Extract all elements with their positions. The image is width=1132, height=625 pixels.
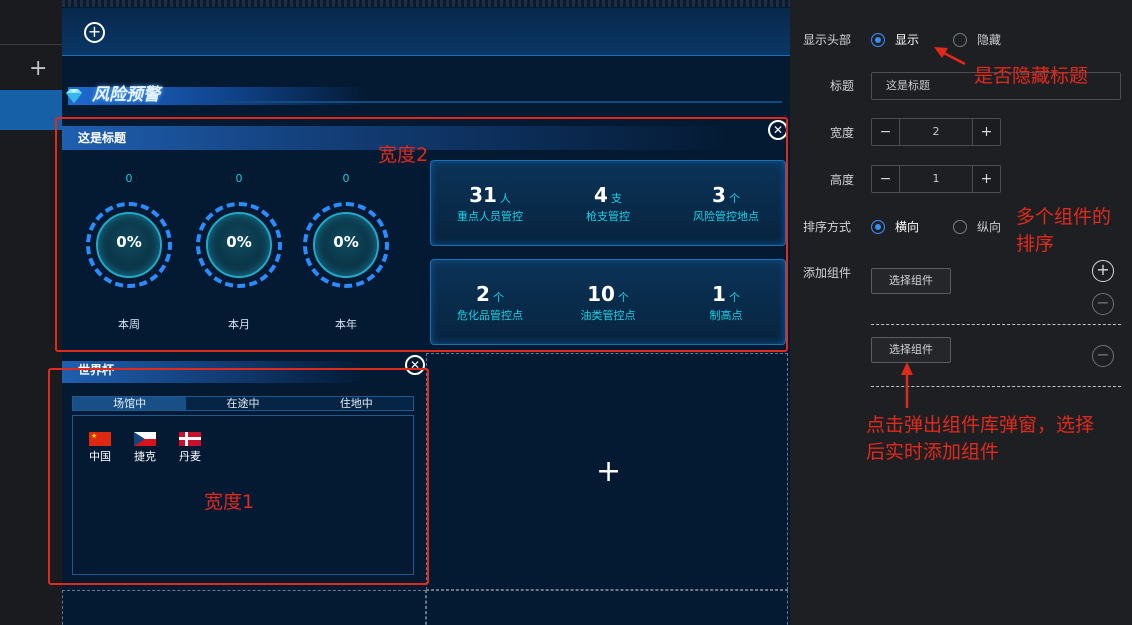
plus-circle-icon[interactable]: +: [84, 22, 105, 43]
empty-slot[interactable]: [426, 590, 788, 625]
height-stepper[interactable]: − 1 +: [871, 165, 1001, 193]
empty-slot[interactable]: [62, 590, 426, 625]
show-header-label: 显示头部: [803, 33, 852, 47]
canvas-header-bar: +: [62, 8, 790, 56]
annotation-width1: 宽度1: [204, 491, 255, 513]
add-component-label: 添加组件: [803, 266, 852, 280]
remove-row-icon[interactable]: −: [1092, 293, 1114, 315]
sidebar-active-item[interactable]: [0, 90, 62, 130]
settings-panel: 显示头部 显示 隐藏 标题 这是标题 宽度 − 2 + 高度 − 1 + 排序方…: [790, 0, 1132, 625]
height-increment-button[interactable]: +: [972, 166, 1000, 192]
annotation-box-width1: [48, 368, 429, 585]
width-stepper[interactable]: − 2 +: [871, 118, 1001, 146]
title-label: 标题: [830, 79, 855, 93]
banner-underline: [222, 101, 782, 103]
editor-screen: + + 风险预警 这是标题 ✕ 0 0% 本周 0 0% 本月 0 0% 本年 …: [0, 0, 1132, 625]
radio-sort-vertical[interactable]: [953, 220, 967, 234]
radio-show-label[interactable]: 显示: [895, 31, 919, 48]
annotation-popup-2: 后实时添加组件: [866, 441, 1000, 463]
annotation-popup-1: 点击弹出组件库弹窗，选择: [866, 414, 1095, 436]
annotation-sort-2: 排序: [1016, 233, 1055, 255]
annotation-hide-title: 是否隐藏标题: [974, 65, 1089, 87]
section-title: 风险预警: [92, 85, 160, 105]
add-page-icon[interactable]: +: [29, 58, 47, 80]
row-divider: [871, 386, 1121, 387]
select-component-button[interactable]: 选择组件: [871, 268, 951, 294]
sort-horizontal-label[interactable]: 横向: [895, 218, 919, 235]
annotation-width2: 宽度2: [378, 144, 429, 166]
radio-hide-header[interactable]: [953, 33, 967, 47]
section-banner: 风险预警: [62, 84, 790, 106]
annotation-sort-1: 多个组件的: [1016, 206, 1112, 228]
radio-hide-label[interactable]: 隐藏: [977, 31, 1001, 48]
sidebar-divider: [0, 44, 62, 45]
sort-vertical-label[interactable]: 纵向: [977, 218, 1001, 235]
width-decrement-button[interactable]: −: [872, 119, 900, 145]
top-hatch-divider: [62, 0, 790, 7]
gem-icon: [66, 89, 82, 103]
remove-row-icon[interactable]: −: [1092, 345, 1114, 367]
height-decrement-button[interactable]: −: [872, 166, 900, 192]
height-label: 高度: [830, 173, 855, 187]
row-divider: [871, 324, 1121, 325]
select-component-button-2[interactable]: 选择组件: [871, 337, 951, 363]
width-value[interactable]: 2: [900, 119, 972, 145]
width-label: 宽度: [830, 126, 855, 140]
height-value[interactable]: 1: [900, 166, 972, 192]
sort-label: 排序方式: [803, 220, 852, 234]
add-component-plus-icon[interactable]: +: [596, 457, 621, 487]
radio-sort-horizontal[interactable]: [871, 220, 885, 234]
width-increment-button[interactable]: +: [972, 119, 1000, 145]
radio-show-header[interactable]: [871, 33, 885, 47]
add-row-icon[interactable]: +: [1092, 260, 1114, 282]
